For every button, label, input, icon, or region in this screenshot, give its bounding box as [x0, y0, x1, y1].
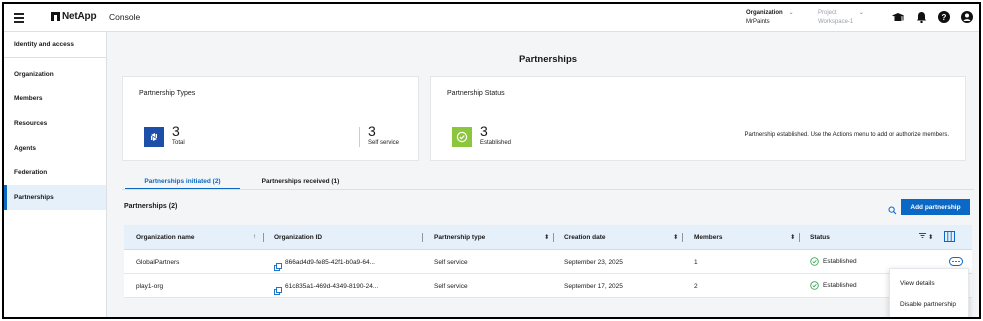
table-row[interactable]: GlobalPartners 866ad4d9-fe85-42f1-b0a9-6…: [124, 250, 972, 274]
sort-icon[interactable]: ⬍: [544, 233, 549, 241]
app-title: Console: [109, 12, 141, 22]
check-circle-icon: [810, 257, 819, 266]
svg-text:?: ?: [942, 13, 947, 22]
sidebar-heading[interactable]: Identity and access: [4, 32, 106, 58]
netapp-logo[interactable]: NetApp: [51, 11, 97, 22]
column-separator[interactable]: [422, 233, 423, 242]
status-cell: Established: [810, 281, 857, 290]
self-service-count: 3: [368, 123, 376, 139]
partnership-status-card: Partnership Status 3 Established Partner…: [430, 76, 966, 161]
column-header-members[interactable]: Members: [694, 234, 723, 241]
sort-icon[interactable]: ⬍: [673, 233, 678, 241]
menu-item-view-details[interactable]: View details: [900, 280, 935, 287]
project-value: Workspace-1: [818, 19, 854, 25]
check-circle-icon: [810, 281, 819, 290]
filter-icon[interactable]: [919, 232, 926, 241]
netapp-logo-mark-icon: [51, 12, 60, 21]
user-icon[interactable]: [961, 11, 973, 23]
chevron-down-icon: ⌄: [788, 10, 794, 16]
tab-partnerships-initiated[interactable]: Partnerships initiated (2): [125, 172, 240, 190]
logo-text: NetApp: [62, 11, 97, 22]
sidebar-item-federation[interactable]: Federation: [4, 160, 106, 185]
status-text: Established: [823, 258, 857, 265]
column-header-creation-date[interactable]: Creation date: [564, 234, 606, 241]
sidebar-item-organization[interactable]: Organization: [4, 62, 106, 87]
help-icon[interactable]: ?: [938, 11, 950, 23]
column-settings-icon[interactable]: [944, 231, 955, 244]
status-cell: Established: [810, 257, 857, 266]
chevron-down-icon: ⌄: [858, 10, 864, 16]
tab-divider: [122, 189, 974, 190]
members-cell: 2: [694, 283, 698, 290]
sidebar-item-members[interactable]: Members: [4, 87, 106, 112]
partnership-type-cell: Self service: [434, 283, 468, 290]
card-title: Partnership Status: [447, 90, 505, 97]
status-message: Partnership established. Use the Actions…: [744, 132, 949, 138]
project-selector[interactable]: Project ⌄ Workspace-1: [818, 9, 864, 27]
sort-ascending-icon[interactable]: ↑: [253, 233, 256, 240]
organization-selector[interactable]: Organization ⌄ MrPaints: [746, 9, 794, 27]
search-icon[interactable]: [888, 202, 897, 220]
column-separator[interactable]: [553, 233, 554, 242]
self-service-label: Self service: [368, 140, 400, 146]
app-window: NetApp Console Organization ⌄ MrPaints Pr…: [2, 2, 981, 319]
creation-date-cell: September 17, 2025: [564, 283, 623, 290]
table-header: Organization name ↑ Organization ID Part…: [124, 225, 972, 250]
sidebar-item-partnerships[interactable]: Partnerships: [4, 184, 106, 210]
header-actions: ?: [892, 11, 973, 23]
column-header-organization-id[interactable]: Organization ID: [274, 234, 322, 241]
organization-label: Organization: [746, 10, 783, 16]
sort-icon[interactable]: ⬍: [928, 233, 933, 241]
sort-icon[interactable]: ⬍: [790, 233, 795, 241]
column-header-partnership-type[interactable]: Partnership type: [434, 234, 485, 241]
bell-icon[interactable]: [915, 11, 927, 23]
status-text: Established: [823, 282, 857, 289]
established-count: 3: [480, 123, 488, 139]
partnership-types-card: Partnership Types 3 Total 3 Self service: [122, 76, 419, 161]
column-separator[interactable]: [799, 233, 800, 242]
table-row[interactable]: play1-org 61c835a1-469d-4349-8190-24... …: [124, 274, 972, 298]
partnership-types-icon: [144, 127, 164, 147]
top-bar: NetApp Console Organization ⌄ MrPaints Pr…: [4, 4, 979, 32]
total-label: Total: [172, 140, 185, 146]
total-count: 3: [172, 123, 180, 139]
column-separator[interactable]: [682, 233, 683, 242]
column-header-status[interactable]: Status: [810, 234, 830, 241]
established-label: Established: [480, 140, 512, 146]
sidebar-item-resources[interactable]: Resources: [4, 111, 106, 136]
sidebar: Identity and access Organization Members…: [4, 32, 107, 317]
established-icon: [452, 127, 472, 147]
sidebar-item-agents[interactable]: Agents: [4, 136, 106, 161]
organization-value: MrPaints: [746, 19, 770, 25]
organization-name-cell: play1-org: [136, 283, 164, 290]
project-label: Project: [818, 10, 837, 16]
graduation-cap-icon[interactable]: [892, 11, 904, 23]
organization-id-cell: 866ad4d9-fe85-42f1-b0a9-64...: [285, 259, 375, 266]
creation-date-cell: September 23, 2025: [564, 259, 623, 266]
menu-item-disable-partnership[interactable]: Disable partnership: [900, 301, 956, 308]
card-title: Partnership Types: [139, 90, 196, 97]
list-title: Partnerships (2): [124, 203, 178, 210]
organization-name-cell: GlobalPartners: [136, 259, 180, 266]
partnership-type-cell: Self service: [434, 259, 468, 266]
menu-icon[interactable]: [14, 13, 24, 23]
add-partnership-button[interactable]: Add partnership: [901, 199, 970, 215]
actions-dropdown-menu: View details Disable partnership: [889, 268, 969, 317]
column-header-organization-name[interactable]: Organization name: [136, 234, 195, 241]
page-title: Partnerships: [518, 54, 578, 65]
partnerships-table: Organization name ↑ Organization ID Part…: [124, 225, 972, 298]
divider: [359, 127, 360, 147]
tab-partnerships-received[interactable]: Partnerships received (1): [248, 172, 353, 187]
copy-icon[interactable]: [274, 282, 282, 300]
organization-id-cell: 61c835a1-469d-4349-8190-24...: [285, 283, 379, 290]
actions-menu-button[interactable]: [949, 257, 963, 266]
column-separator[interactable]: [263, 233, 264, 242]
members-cell: 1: [694, 259, 698, 266]
